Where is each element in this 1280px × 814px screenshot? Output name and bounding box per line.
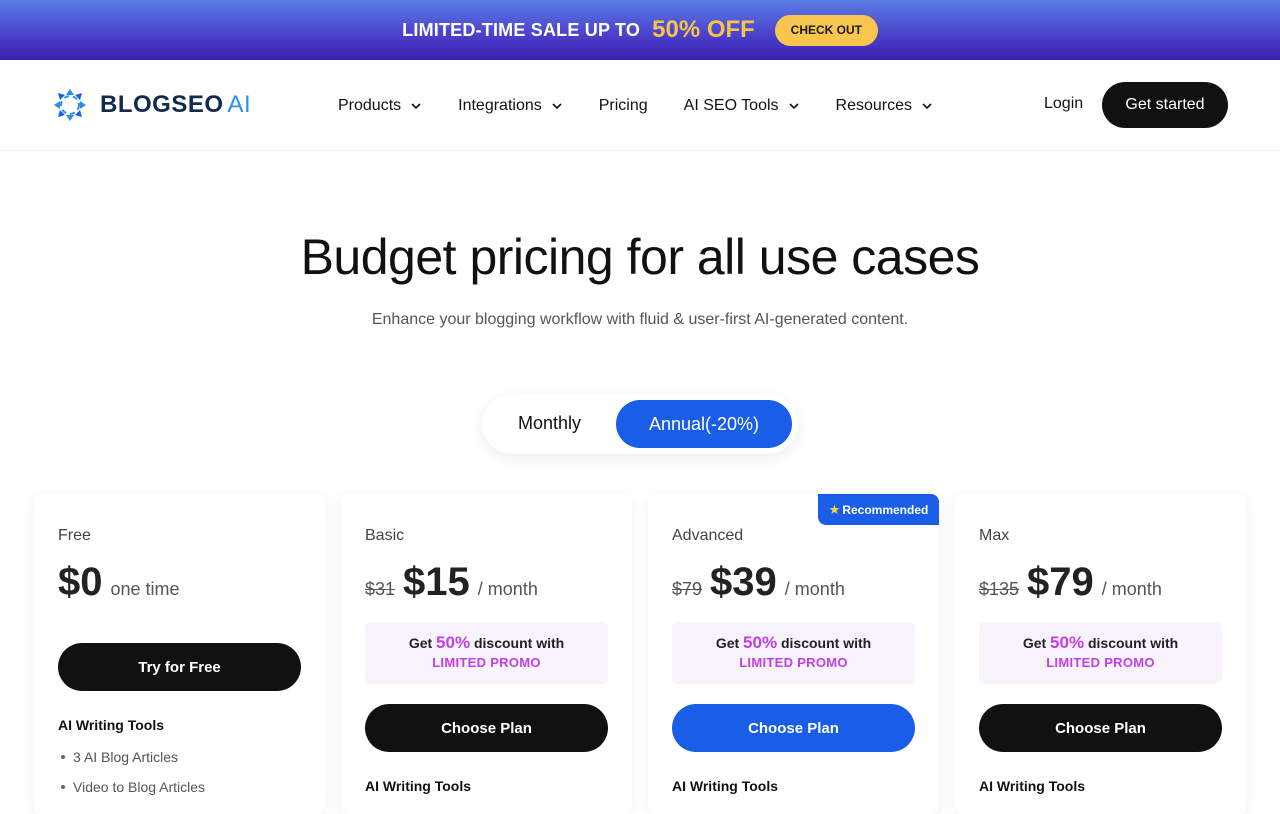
billing-annual-option[interactable]: Annual(-20%) — [616, 400, 792, 448]
login-link[interactable]: Login — [1044, 95, 1083, 113]
plan-price-row: $31 $15 / month — [365, 560, 538, 605]
promo-box: Get 50% discount with LIMITED PROMO — [979, 622, 1222, 684]
plan-price-row: $0 one time — [58, 560, 180, 605]
page-title: Budget pricing for all use cases — [300, 229, 980, 285]
nav-pricing[interactable]: Pricing — [599, 97, 648, 115]
try-for-free-button[interactable]: Try for Free — [58, 643, 301, 691]
get-started-button[interactable]: Get started — [1102, 82, 1228, 128]
promo-text: LIMITED-TIME SALE UP TO — [402, 19, 641, 40]
promo-line: Get 50% discount with — [1022, 633, 1179, 652]
promo-box: Get 50% discount with LIMITED PROMO — [672, 622, 915, 684]
main-nav: Products Integrations Pricing AI SEO Too… — [338, 60, 969, 151]
plan-name: Free — [58, 527, 91, 544]
promo-line: Get 50% discount with — [715, 633, 872, 652]
nav-integrations[interactable]: Integrations — [458, 97, 563, 115]
plan-name: Basic — [365, 527, 405, 544]
nav-label: Integrations — [458, 96, 542, 114]
plan-price-row: $79 $39 / month — [672, 560, 845, 605]
plan-card-basic: Basic $31 $15 / month Get 50% discount w… — [341, 494, 632, 814]
features-heading: AI Writing Tools — [365, 778, 472, 794]
choose-plan-button[interactable]: Choose Plan — [672, 704, 915, 752]
brand-name: BLOGSEO AI — [100, 91, 252, 118]
promo-label: LIMITED PROMO — [432, 655, 541, 670]
star-icon: ★ — [828, 501, 841, 517]
plan-name: Advanced — [672, 527, 744, 544]
chevron-down-icon — [552, 102, 562, 109]
billing-toggle: Monthly Annual(-20%) — [482, 394, 798, 454]
plan-old-price: $135 — [979, 579, 1020, 599]
nav-label: Pricing — [598, 96, 648, 114]
plan-price: $79 — [1027, 560, 1094, 604]
features-heading: AI Writing Tools — [672, 778, 779, 794]
plan-period: one time — [110, 579, 180, 599]
plan-period: / month — [784, 579, 845, 599]
plan-card-free: Free $0 one time Try for Free AI Writing… — [34, 494, 325, 814]
recommended-badge: ★ Recommended — [818, 494, 939, 525]
plan-old-price: $31 — [365, 579, 396, 599]
nav-label: Resources — [835, 96, 912, 114]
promo-highlight: 50% OFF — [652, 16, 755, 43]
feature-item: Video to Blog Articles — [58, 779, 205, 795]
nav-label: AI SEO Tools — [683, 96, 779, 114]
plan-card-advanced: Advanced $79 $39 / month Get 50% discoun… — [648, 494, 939, 814]
badge-label: Recommended — [842, 502, 929, 517]
plan-period: / month — [477, 579, 538, 599]
nav-resources[interactable]: Resources — [836, 97, 933, 115]
nav-products[interactable]: Products — [338, 97, 422, 115]
promo-box: Get 50% discount with LIMITED PROMO — [365, 622, 608, 684]
plan-price: $0 — [58, 560, 103, 604]
nav-ai-seo-tools[interactable]: AI SEO Tools — [684, 97, 800, 115]
promo-label: LIMITED PROMO — [1046, 655, 1155, 670]
plan-period: / month — [1101, 579, 1162, 599]
plan-price: $15 — [403, 560, 470, 604]
chevron-down-icon — [411, 102, 421, 109]
choose-plan-button[interactable]: Choose Plan — [979, 704, 1222, 752]
chevron-down-icon — [922, 102, 932, 109]
promo-line: Get 50% discount with — [408, 633, 565, 652]
promo-banner: LIMITED-TIME SALE UP TO 50% OFF CHECK OU… — [0, 0, 1280, 60]
billing-monthly-option[interactable]: Monthly — [518, 413, 581, 434]
site-header: BLOGSEO AI Products Integrations Pricing … — [0, 60, 1280, 151]
feature-item: 3 AI Blog Articles — [58, 749, 178, 765]
plan-price-row: $135 $79 / month — [979, 560, 1162, 605]
choose-plan-button[interactable]: Choose Plan — [365, 704, 608, 752]
nav-label: Products — [338, 96, 402, 114]
page-subtitle: Enhance your blogging workflow with flui… — [371, 311, 909, 328]
plan-price: $39 — [710, 560, 777, 604]
plan-name: Max — [979, 527, 1010, 544]
brand-logo[interactable]: BLOGSEO AI — [52, 87, 251, 123]
chevron-down-icon — [788, 102, 799, 109]
plan-card-max: Max $135 $79 / month Get 50% discount wi… — [955, 494, 1246, 814]
check-out-button[interactable]: CHECK OUT — [774, 14, 878, 46]
logo-arrows-icon — [54, 89, 86, 121]
promo-label: LIMITED PROMO — [739, 655, 848, 670]
features-heading: AI Writing Tools — [979, 778, 1086, 794]
features-heading: AI Writing Tools — [58, 717, 165, 733]
plan-old-price: $79 — [672, 579, 703, 599]
